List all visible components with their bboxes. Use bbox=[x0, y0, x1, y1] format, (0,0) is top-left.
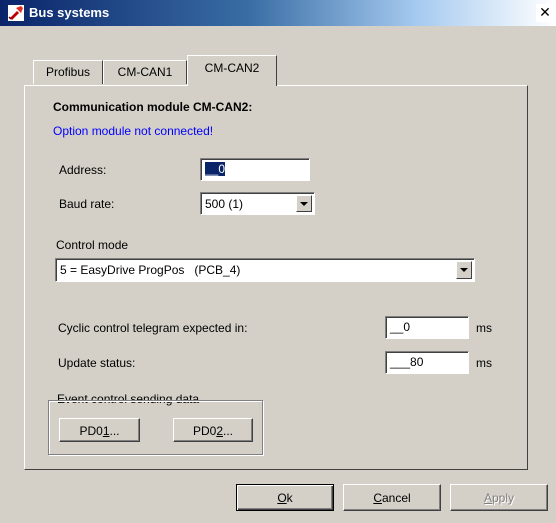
address-label: Address: bbox=[59, 163, 107, 177]
pd02-prefix: PD0 bbox=[192, 424, 217, 438]
module-heading: Communication module CM-CAN2: bbox=[53, 100, 253, 114]
update-status-value: ___80 bbox=[390, 355, 424, 369]
tab-label: CM-CAN1 bbox=[117, 65, 173, 79]
cancel-rest: ancel bbox=[381, 491, 411, 505]
address-field[interactable]: __0 bbox=[200, 158, 310, 181]
address-value: __0 bbox=[205, 162, 226, 176]
pd02-button[interactable]: PD02... bbox=[173, 418, 253, 442]
baud-rate-label: Baud rate: bbox=[59, 197, 115, 211]
ok-mnemonic: O bbox=[277, 491, 287, 505]
control-mode-select[interactable]: 5 = EasyDrive ProgPos (PCB_4) bbox=[55, 258, 475, 282]
update-status-unit: ms bbox=[476, 356, 492, 370]
cyclic-telegram-label: Cyclic control telegram expected in: bbox=[58, 321, 248, 335]
cancel-mnemonic: C bbox=[373, 491, 382, 505]
tab-profibus[interactable]: Profibus bbox=[33, 60, 103, 84]
chevron-down-icon[interactable] bbox=[456, 261, 472, 279]
pd01-mnemonic: 1 bbox=[102, 424, 110, 438]
pd01-prefix: PD0 bbox=[79, 424, 103, 438]
cyclic-telegram-field[interactable]: __0 bbox=[385, 316, 469, 339]
baud-rate-select[interactable]: 500 (1) bbox=[200, 192, 315, 215]
update-status-field[interactable]: ___80 bbox=[385, 351, 469, 374]
control-mode-label: Control mode bbox=[56, 238, 129, 252]
baud-rate-value: 500 (1) bbox=[205, 197, 244, 211]
apply-rest: pply bbox=[492, 491, 515, 505]
bus-systems-dialog: Bus systems ✕ Profibus CM-CAN1 CM-CAN2 C… bbox=[0, 0, 556, 523]
pd01-suffix: ... bbox=[109, 424, 120, 438]
chevron-down-icon[interactable] bbox=[296, 195, 312, 212]
ok-rest: k bbox=[286, 491, 293, 505]
control-mode-value: 5 = EasyDrive ProgPos (PCB_4) bbox=[60, 263, 241, 277]
tab-label: CM-CAN2 bbox=[204, 61, 260, 75]
tab-cm-can1[interactable]: CM-CAN1 bbox=[103, 60, 187, 84]
update-status-label: Update status: bbox=[58, 356, 136, 370]
apply-mnemonic: A bbox=[483, 491, 492, 505]
pd02-suffix: ... bbox=[223, 424, 234, 438]
window-title: Bus systems bbox=[29, 5, 110, 20]
apply-button[interactable]: Apply bbox=[450, 484, 548, 511]
tab-label: Profibus bbox=[45, 65, 91, 79]
ok-button[interactable]: Ok bbox=[236, 484, 334, 511]
cyclic-telegram-value: __0 bbox=[390, 320, 411, 334]
tool-icon bbox=[8, 5, 24, 21]
cyclic-unit: ms bbox=[476, 321, 492, 335]
tab-cm-can2[interactable]: CM-CAN2 bbox=[187, 55, 277, 86]
connection-status: Option module not connected! bbox=[53, 124, 214, 138]
pd02-mnemonic: 2 bbox=[216, 424, 223, 438]
close-icon[interactable]: ✕ bbox=[536, 4, 554, 22]
cancel-button[interactable]: Cancel bbox=[343, 484, 441, 511]
pd01-button[interactable]: PD01... bbox=[59, 418, 140, 442]
title-bar[interactable]: Bus systems ✕ bbox=[0, 0, 556, 26]
